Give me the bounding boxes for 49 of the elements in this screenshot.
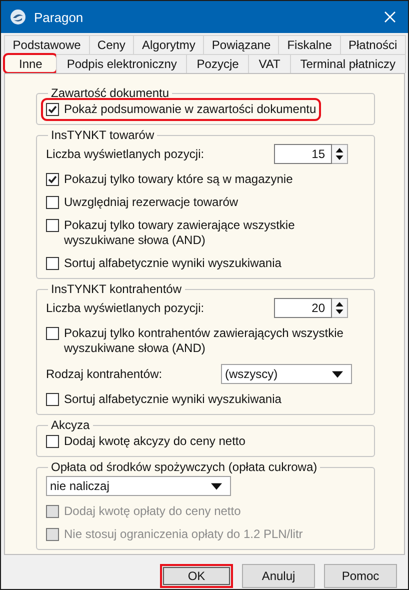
tab[interactable]: Podpis elektroniczny xyxy=(56,54,188,73)
field-label: Liczba wyświetlanych pozycji: xyxy=(46,301,204,315)
field-label: Rodzaj kontrahentów: xyxy=(46,367,162,381)
window-title: Paragon xyxy=(34,10,84,24)
checkbox-label: Pokazuj tylko towary które są w magazynie xyxy=(64,172,293,187)
dialog-button[interactable]: Pomoc xyxy=(324,564,397,588)
dropdown[interactable]: nie naliczaj xyxy=(46,476,231,496)
checkbox-label: Uwzględniaj rezerwacje towarów xyxy=(64,195,238,210)
checkbox-label: Sortuj alfabetycznie wyniki wyszukiwania xyxy=(64,256,282,271)
field-label: Liczba wyświetlanych pozycji: xyxy=(46,147,204,161)
tab[interactable]: Ceny xyxy=(88,35,134,54)
checkbox[interactable] xyxy=(46,435,59,448)
tab[interactable]: Algorytmy xyxy=(133,35,204,54)
group-title: InsTYNKT kontrahentów xyxy=(50,282,183,296)
dialog-button[interactable]: OK xyxy=(160,564,233,588)
tab[interactable]: Podstawowe xyxy=(4,35,90,54)
dialog-button[interactable]: Anuluj xyxy=(242,564,315,588)
checkbox-label: Nie stosuj ograniczenia opłaty do 1.2 PLN/litr xyxy=(64,527,303,542)
checkbox-label: Dodaj kwotę opłaty do ceny netto xyxy=(64,504,241,519)
spin-arrows-icon[interactable] xyxy=(332,298,348,318)
group-title: Akcyza xyxy=(50,418,91,432)
number-field[interactable]: 20 xyxy=(274,298,332,318)
tab[interactable]: Inne xyxy=(4,54,58,73)
checkbox[interactable] xyxy=(46,196,59,209)
tab[interactable]: Pozycje xyxy=(186,54,250,73)
checkbox-label: Pokazuj tylko kontrahentów zawierających wszystkie wyszukiwane słowa (AND) xyxy=(64,326,344,356)
checkbox[interactable] xyxy=(46,219,59,232)
checkbox[interactable] xyxy=(46,173,59,186)
group-title: InsTYNKT towarów xyxy=(50,128,156,142)
checkbox-label: Dodaj kwotę akcyzy do ceny netto xyxy=(64,434,246,449)
close-icon[interactable] xyxy=(384,11,396,23)
checkbox[interactable] xyxy=(46,103,59,116)
checkbox[interactable] xyxy=(46,393,59,406)
app-logo-icon xyxy=(10,9,26,25)
number-field[interactable]: 15 xyxy=(274,144,332,164)
group-title: Opłata od środków spożywczych (opłata cukrowa) xyxy=(50,460,318,474)
tab[interactable]: Terminal płatniczy xyxy=(290,54,406,73)
tab[interactable]: Powiązane xyxy=(203,35,280,54)
dropdown-arrow-icon[interactable] xyxy=(211,482,222,490)
group-title: Zawartość dokumentu xyxy=(50,86,170,100)
tab[interactable]: Płatności xyxy=(340,35,406,54)
dropdown-arrow-icon[interactable] xyxy=(332,370,343,378)
dropdown[interactable]: (wszyscy) xyxy=(221,364,352,384)
checkbox-label: Sortuj alfabetycznie wyniki wyszukiwania xyxy=(64,392,282,407)
checkbox[interactable] xyxy=(46,257,59,270)
spin-arrows-icon[interactable] xyxy=(332,144,348,164)
checkbox-label: Pokazuj tylko towary zawierające wszystkie wyszukiwane słowa (AND) xyxy=(64,218,296,248)
checkbox-label: Pokaż podsumowanie w zawartości dokumentu xyxy=(64,102,316,117)
checkbox[interactable] xyxy=(46,327,59,340)
